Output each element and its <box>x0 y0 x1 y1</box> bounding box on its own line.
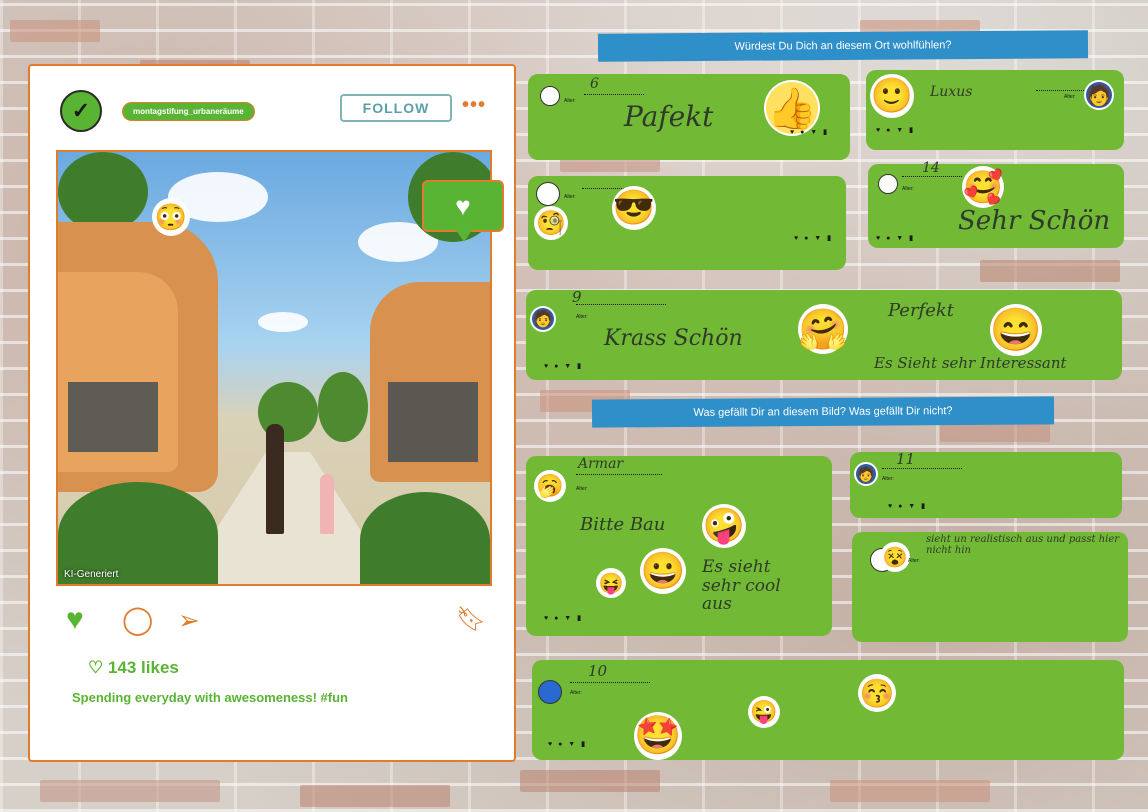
comment-bubble: 10 Alter: 😚 😜 🤩 ♥ ● ▼ ▮ <box>532 660 1124 760</box>
commenter-avatar <box>540 86 560 106</box>
comment-text: Krass Schön <box>604 326 743 351</box>
follow-button[interactable]: FOLLOW <box>340 94 452 122</box>
more-options-icon[interactable]: ••• <box>462 94 486 117</box>
sticker-tongue: 😜 <box>750 698 778 726</box>
planting-right <box>360 492 490 584</box>
social-post-card: ✓ montagstifung_urbaneräume FOLLOW ••• K… <box>28 64 516 762</box>
sticker-dizzy: 😵 <box>882 544 908 570</box>
brick <box>520 770 660 792</box>
comment-bubble: 14 Alter: 🥰 Sehr Schön ♥ ● ▼ ▮ <box>868 160 1124 248</box>
windows <box>388 382 478 462</box>
brick <box>300 785 450 807</box>
comment-text-2: Es sieht sehr cool aus <box>702 557 781 615</box>
age-value: Armar <box>578 456 624 472</box>
question-banner-2: Was gefällt Dir an diesem Bild? Was gefä… <box>591 396 1055 428</box>
sticker-love: 🥰 <box>963 168 1003 206</box>
post-actions: ♥ ◯ ➢ 🔖︎ <box>66 604 486 640</box>
sticker-kiss: 😚 <box>859 676 895 710</box>
sticker-monocle: 🧐 <box>536 208 566 238</box>
ai-generated-label: KI-Generiert <box>64 569 119 580</box>
sticker-tongue: 😝 <box>598 570 624 596</box>
age-line <box>882 468 962 469</box>
commenter-avatar <box>536 182 560 206</box>
comment-actions: ♥ ● ▼ ▮ <box>876 127 915 134</box>
age-line <box>902 176 962 177</box>
comment-bubble: 🧑 11 Alter: ♥ ● ▼ ▮ <box>850 450 1122 518</box>
age-value: 14 <box>922 160 940 176</box>
comment-bubble: 🧑 9 Alter: Krass Schön 🤗 Perfekt 😄 Es Si… <box>526 288 1122 380</box>
palm-leaves <box>58 152 148 232</box>
comment-actions: ♥ ● ▼ ▮ <box>876 235 915 242</box>
age-line <box>584 94 644 95</box>
comment-text: Bitte Bau <box>580 514 666 535</box>
post-caption: Spending everyday with awesomeness! #fun <box>72 690 348 705</box>
age-line <box>1036 90 1086 91</box>
likes-count: ♡ 143 likes <box>88 658 179 677</box>
age-line <box>576 474 662 475</box>
comment-icon[interactable]: ◯ <box>122 604 153 636</box>
comment-actions: ♥ ● ▼ ▮ <box>888 503 927 510</box>
brick <box>830 780 990 802</box>
profile-avatar[interactable]: ✓ <box>60 90 102 132</box>
brick <box>980 260 1120 282</box>
comment-actions: ♥ ● ▼ ▮ <box>794 235 833 242</box>
profile-handle[interactable]: montagstifung_urbaneräume <box>122 102 255 121</box>
sticker-emoji: 😳 <box>154 200 188 234</box>
send-icon[interactable]: ➢ <box>178 604 200 636</box>
comment-bubble: 😵 Alter: sieht un realistisch aus und pa… <box>852 532 1128 642</box>
comment-text: sieht un realistisch aus und passt hier … <box>926 534 1120 556</box>
question-banner-1: Würdest Du Dich an diesem Ort wohlfühlen… <box>597 30 1089 62</box>
age-value: 11 <box>896 450 916 468</box>
woman-figure <box>266 424 284 534</box>
comment-text: Sehr Schön <box>958 206 1111 236</box>
like-notification-icon: ♥ <box>422 180 504 242</box>
brick <box>40 780 220 802</box>
sticker-hug: 🤗 <box>798 306 848 352</box>
sticker-thumbs-up: 👍 <box>766 82 818 134</box>
age-value: 10 <box>588 662 608 680</box>
sticker-blush: 🥱 <box>536 472 564 500</box>
comment-actions: ♥ ● ▼ ▮ <box>548 741 587 748</box>
age-line <box>570 682 650 683</box>
comment-bubble: 🥱 Armar Alter: Bitte Bau 🤪 😀 😝 Es sieht … <box>526 456 832 636</box>
comment-bubble: 🙂 Luxus Alter: 🧑 ♥ ● ▼ ▮ <box>866 70 1124 150</box>
age-value: 6 <box>590 76 599 92</box>
sticker-zany: 🤪 <box>702 506 746 546</box>
sticker-cool: 😎 <box>612 188 656 228</box>
bookmark-icon[interactable]: 🔖︎ <box>456 604 486 636</box>
comment-text-3: Es Sieht sehr Interessant <box>874 354 1067 372</box>
age-value: 9 <box>572 288 582 306</box>
comment-text: Luxus <box>930 84 973 100</box>
sticker-smile: 🙂 <box>870 76 914 116</box>
brick <box>10 20 100 42</box>
sticker-star-struck: 🤩 <box>634 714 682 758</box>
comment-actions: ♥ ● ▼ ▮ <box>544 363 583 370</box>
commenter-avatar: 🧑 <box>856 464 876 484</box>
age-line <box>576 304 666 305</box>
commenter-avatar: 🧑 <box>1086 82 1112 108</box>
comment-text-2: Perfekt <box>888 300 955 321</box>
comment-actions: ♥ ● ▼ ▮ <box>544 615 583 622</box>
commenter-avatar: 🧑 <box>532 308 554 330</box>
sticker-grin: 😄 <box>989 305 1043 354</box>
child-figure <box>320 474 334 534</box>
tree <box>318 372 368 442</box>
comment-bubble: Alter: 6 Pafekt 👍 ♥ ● ▼ ▮ <box>528 74 850 160</box>
commenter-avatar <box>878 174 898 194</box>
comment-bubble: Alter: 🧐 😎 ♥ ● ▼ ▮ <box>528 176 846 270</box>
comment-actions: ♥ ● ▼ ▮ <box>790 129 829 136</box>
commenter-avatar <box>538 680 562 704</box>
heart-icon[interactable]: ♥ <box>66 604 84 636</box>
cloud <box>258 312 308 332</box>
sticker-grin: 😀 <box>640 550 686 592</box>
comment-text: Pafekt <box>624 100 714 133</box>
windows <box>68 382 158 452</box>
